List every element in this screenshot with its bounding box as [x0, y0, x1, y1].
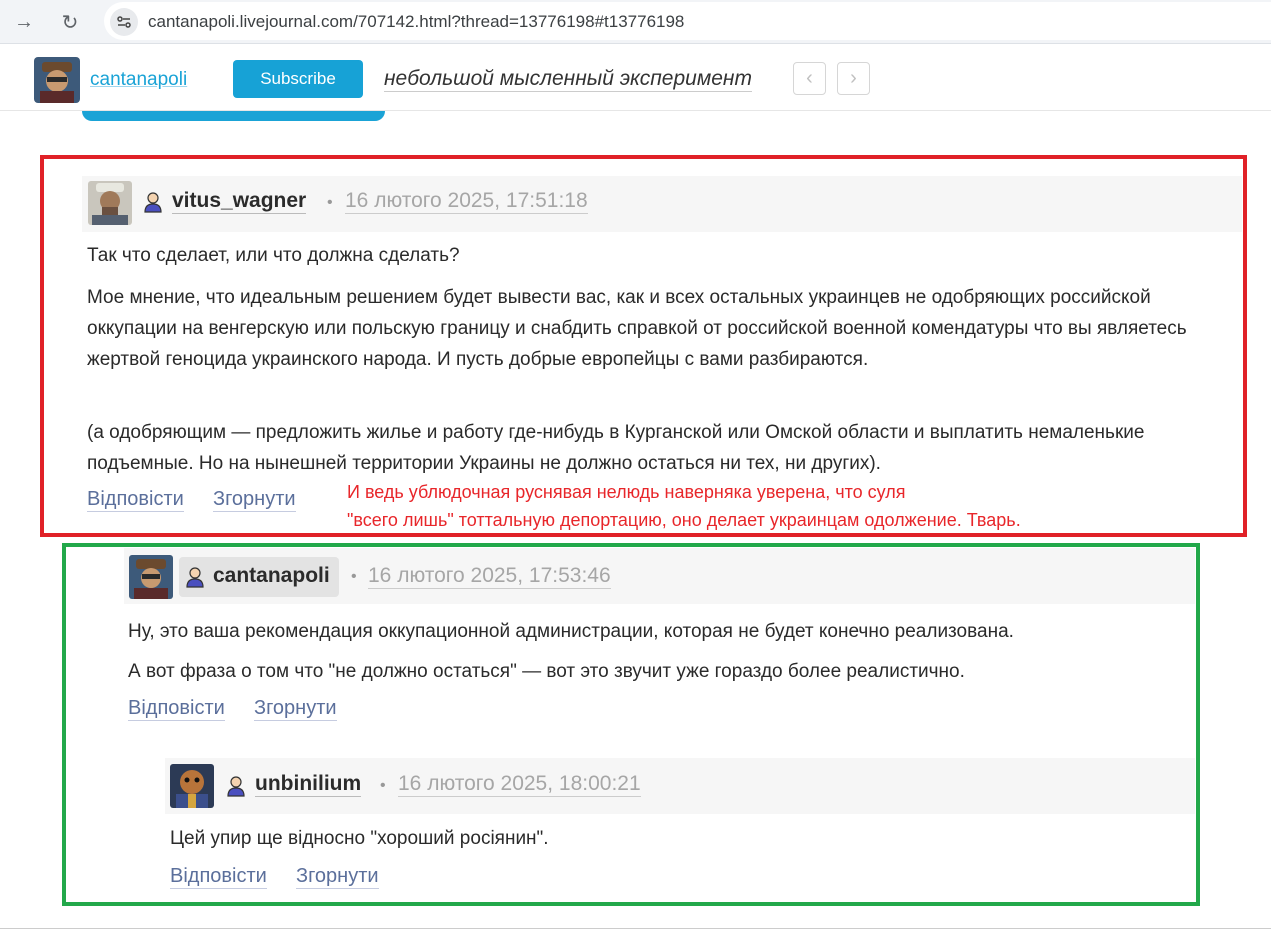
forward-icon[interactable]: → [10, 8, 38, 36]
comment-username[interactable]: unbinilium [255, 772, 362, 797]
avatar[interactable] [129, 555, 173, 599]
reply-link[interactable]: Відповісти [128, 697, 225, 721]
comment-date[interactable]: 16 лютого 2025, 17:53:46 [368, 564, 611, 589]
browser-toolbar: → ↻ cantanapoli.livejournal.com/707142.h… [0, 0, 1271, 44]
journal-avatar[interactable] [34, 57, 80, 103]
avatar[interactable] [88, 181, 132, 225]
address-bar[interactable]: cantanapoli.livejournal.com/707142.html?… [104, 2, 1271, 40]
user-icon[interactable] [226, 775, 246, 797]
subscribe-button[interactable]: Subscribe [233, 60, 363, 98]
collapse-link[interactable]: Згорнути [296, 865, 379, 889]
comment-text: Ну, это ваша рекомендация оккупационной … [128, 621, 1014, 642]
page-divider [0, 928, 1271, 929]
site-settings-icon[interactable] [110, 8, 138, 36]
reply-link[interactable]: Відповісти [170, 865, 267, 889]
user-icon[interactable] [185, 566, 205, 588]
separator-dot: • [351, 568, 357, 585]
annotation-line: "всего лишь" тоттальную депортацию, оно … [347, 510, 1021, 530]
journal-header: cantanapoli Subscribe небольшой мысленны… [0, 45, 1271, 111]
comment-text: А вот фраза о том что "не должно остатьс… [128, 661, 965, 682]
annotation-line: И ведь ублюдочная руснявая нелюдь наверн… [347, 482, 906, 502]
hidden-button-edge [82, 111, 385, 121]
prev-post-icon[interactable]: ‹ [793, 62, 826, 95]
next-post-icon[interactable]: › [837, 62, 870, 95]
separator-dot: • [380, 777, 386, 794]
post-title[interactable]: небольшой мысленный эксперимент [384, 67, 752, 92]
annotation-text: И ведь ублюдочная руснявая нелюдь наверн… [347, 478, 1021, 534]
comment-text: Цей упир ще відносно "хороший росіянин". [170, 828, 549, 849]
comment-text: Мое мнение, что идеальным решением будет… [87, 287, 1187, 370]
comment-text: Так что сделает, или что должна сделать? [87, 245, 460, 266]
avatar[interactable] [170, 764, 214, 808]
reply-link[interactable]: Відповісти [87, 488, 184, 512]
collapse-link[interactable]: Згорнути [213, 488, 296, 512]
user-icon[interactable] [143, 191, 163, 213]
journal-username-link[interactable]: cantanapoli [90, 69, 187, 91]
reload-icon[interactable]: ↻ [56, 8, 84, 36]
comment-username[interactable]: vitus_wagner [172, 189, 307, 214]
comment-date[interactable]: 16 лютого 2025, 18:00:21 [398, 772, 641, 797]
comment-date[interactable]: 16 лютого 2025, 17:51:18 [345, 189, 588, 214]
comment-text: (а одобряющим — предложить жилье и работ… [87, 422, 1145, 474]
separator-dot: • [327, 194, 333, 211]
comment-username[interactable]: cantanapoli [213, 564, 330, 588]
collapse-link[interactable]: Згорнути [254, 697, 337, 721]
url-text[interactable]: cantanapoli.livejournal.com/707142.html?… [148, 12, 684, 32]
